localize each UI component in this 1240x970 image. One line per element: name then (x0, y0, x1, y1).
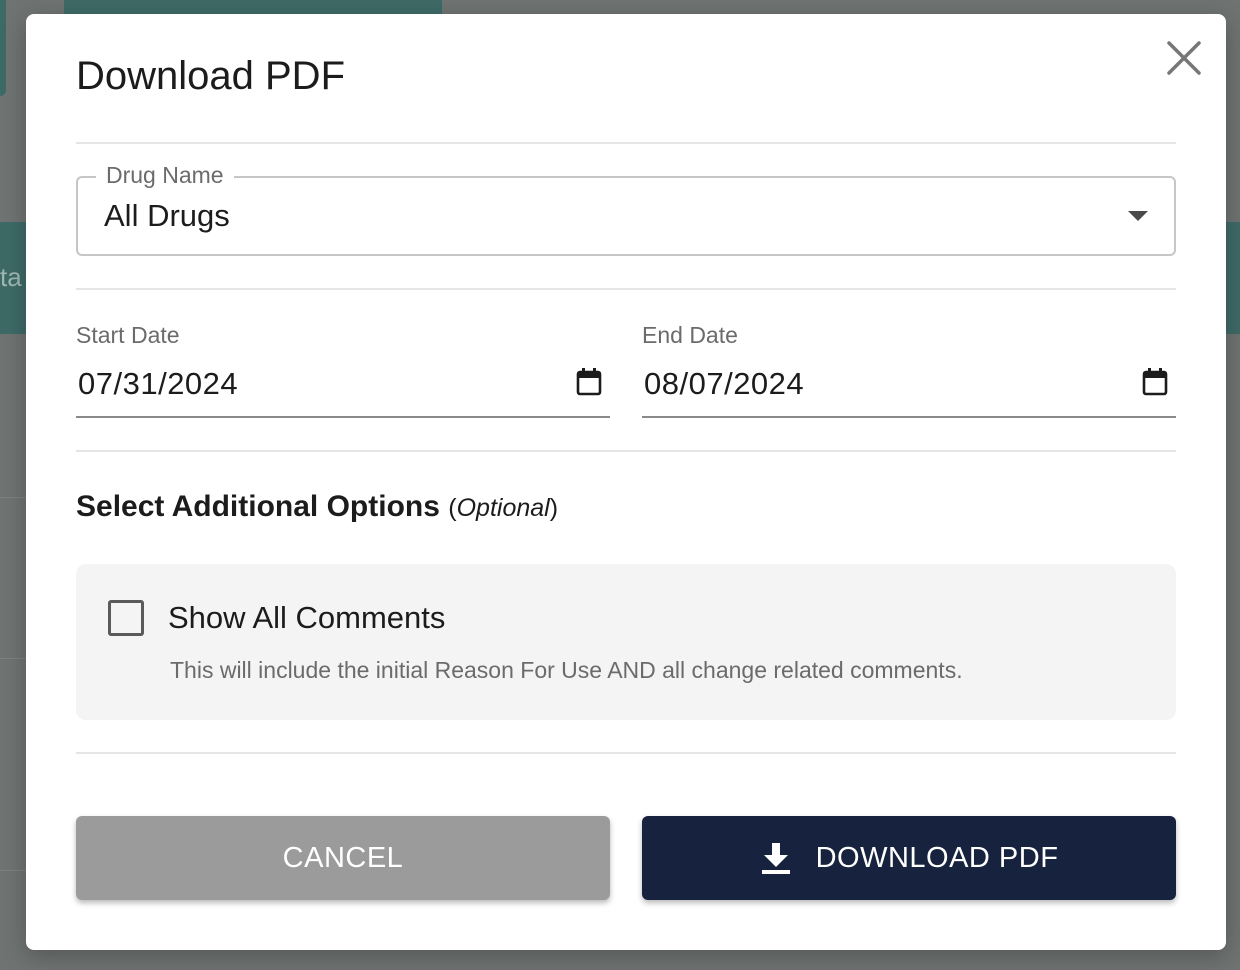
start-date-label: Start Date (76, 322, 180, 348)
drug-name-select[interactable]: Drug Name All Drugs (76, 162, 1176, 256)
end-date-value: 08/07/2024 (644, 366, 805, 401)
cancel-button[interactable]: CANCEL (76, 816, 610, 900)
background-row-divider (0, 658, 26, 659)
end-date-input[interactable]: 08/07/2024 (642, 358, 1176, 418)
drug-name-label: Drug Name (96, 162, 234, 189)
background-band-right (1226, 222, 1240, 334)
download-pdf-button-label: DOWNLOAD PDF (815, 841, 1059, 874)
calendar-icon[interactable] (1142, 368, 1168, 396)
download-pdf-button[interactable]: DOWNLOAD PDF (642, 816, 1176, 900)
optional-label: Optional (456, 494, 550, 522)
background-side-button (0, 0, 6, 96)
background-row-divider (0, 497, 26, 498)
divider (76, 752, 1176, 754)
cancel-button-label: CANCEL (282, 841, 404, 874)
divider (76, 288, 1176, 290)
show-all-comments-help: This will include the initial Reason For… (170, 657, 963, 683)
dialog-title: Download PDF (76, 54, 346, 98)
start-date-field: Start Date 07/31/2024 (76, 322, 610, 418)
close-icon (1167, 41, 1201, 75)
end-date-label: End Date (642, 322, 738, 348)
divider (76, 450, 1176, 452)
show-all-comments-label[interactable]: Show All Comments (168, 600, 445, 636)
additional-options-title: Select Additional Options (76, 490, 440, 523)
start-date-input[interactable]: 07/31/2024 (76, 358, 610, 418)
additional-options-heading: Select Additional Options (Optional) (76, 490, 558, 524)
chevron-down-icon (1128, 211, 1148, 221)
show-all-comments-checkbox[interactable] (108, 600, 144, 636)
calendar-icon[interactable] (576, 368, 602, 396)
additional-options-panel: Show All Comments This will include the … (76, 564, 1176, 720)
divider (76, 142, 1176, 144)
background-header-block (64, 0, 442, 14)
close-button[interactable] (1164, 38, 1204, 78)
optional-note: (Optional) (448, 494, 559, 522)
download-pdf-dialog: Download PDF Drug Name All Drugs Start D… (26, 14, 1226, 950)
drug-name-value: All Drugs (104, 198, 230, 233)
background-edge-text: ta (0, 262, 22, 292)
start-date-value: 07/31/2024 (78, 366, 239, 401)
background-row-divider (0, 870, 26, 871)
end-date-field: End Date 08/07/2024 (642, 322, 1176, 418)
download-icon (761, 843, 790, 874)
